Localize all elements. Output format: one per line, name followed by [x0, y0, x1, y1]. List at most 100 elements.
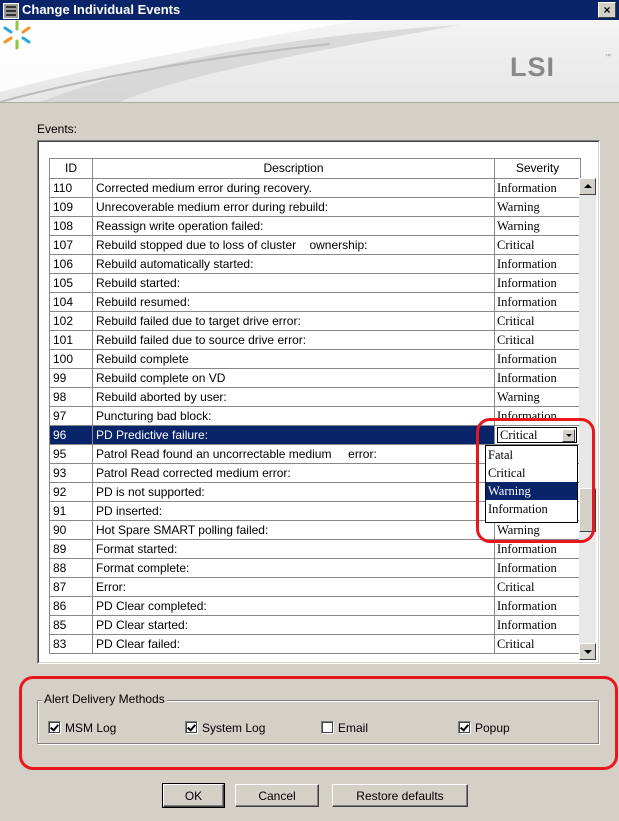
column-header-description[interactable]: Description [92, 158, 495, 179]
event-id-cell: 86 [49, 596, 93, 616]
cancel-button[interactable]: Cancel [235, 784, 319, 807]
event-description-cell: Rebuild resumed: [92, 292, 495, 312]
event-severity-cell[interactable]: Warning [494, 216, 581, 236]
event-severity-cell[interactable]: Information [494, 615, 581, 635]
event-description-cell: Patrol Read found an uncorrectable mediu… [92, 444, 495, 464]
severity-combobox[interactable]: Critical [497, 427, 577, 443]
events-table[interactable]: ID Description Severity 110 Corrected med… [49, 158, 581, 654]
popup-label: Popup [475, 721, 510, 735]
event-id-cell: 96 [49, 425, 93, 445]
column-header-id[interactable]: ID [49, 158, 93, 179]
event-severity-cell[interactable]: Information [494, 292, 581, 312]
event-description-cell: Corrected medium error during recovery. [92, 178, 495, 198]
table-row[interactable]: 100 Rebuild complete Information [49, 349, 581, 369]
event-severity-cell[interactable]: Warning [494, 387, 581, 407]
event-severity-cell[interactable]: Information [494, 539, 581, 559]
event-severity-cell[interactable]: Information [494, 406, 581, 426]
table-row[interactable]: 99 Rebuild complete on VD Information [49, 368, 581, 388]
checkbox-box[interactable] [321, 721, 334, 734]
checkbox-box[interactable] [185, 721, 198, 734]
msm-log-label: MSM Log [65, 721, 117, 735]
alert-delivery-title: Alert Delivery Methods [42, 692, 167, 706]
event-id-cell: 107 [49, 235, 93, 255]
table-row[interactable]: 104 Rebuild resumed: Information [49, 292, 581, 312]
table-row[interactable]: 88 Format complete: Information [49, 558, 581, 578]
event-id-cell: 95 [49, 444, 93, 464]
table-row[interactable]: 97 Puncturing bad block: Information [49, 406, 581, 426]
vertical-scrollbar[interactable] [579, 178, 596, 660]
event-description-cell: Error: [92, 577, 495, 597]
event-id-cell: 101 [49, 330, 93, 350]
table-row[interactable]: 109 Unrecoverable medium error during reb… [49, 197, 581, 217]
event-severity-cell[interactable]: Information [494, 596, 581, 616]
event-severity-cell[interactable]: Critical [494, 577, 581, 597]
table-row[interactable]: 86 PD Clear completed: Information [49, 596, 581, 616]
checkbox-box[interactable] [458, 721, 471, 734]
table-row[interactable]: 90 Hot Spare SMART polling failed: Warning [49, 520, 581, 540]
table-row[interactable]: 108 Reassign write operation failed: Warni… [49, 216, 581, 236]
event-severity-cell[interactable]: Information [494, 349, 581, 369]
event-id-cell: 110 [49, 178, 93, 198]
severity-option[interactable]: Critical [486, 464, 577, 482]
event-description-cell: PD Predictive failure: [92, 425, 495, 445]
event-description-cell: Rebuild complete on VD [92, 368, 495, 388]
table-row[interactable]: 83 PD Clear failed: Critical [49, 634, 581, 654]
column-header-severity[interactable]: Severity [494, 158, 581, 179]
severity-dropdown-list[interactable]: Fatal Critical Warning Information [485, 445, 578, 523]
event-id-cell: 104 [49, 292, 93, 312]
event-description-cell: Puncturing bad block: [92, 406, 495, 426]
event-severity-cell[interactable]: Critical [494, 235, 581, 255]
event-id-cell: 106 [49, 254, 93, 274]
table-row[interactable]: 105 Rebuild started: Information [49, 273, 581, 293]
table-row[interactable]: 89 Format started: Information [49, 539, 581, 559]
table-row[interactable]: 107 Rebuild stopped due to loss of cluste… [49, 235, 581, 255]
event-id-cell: 102 [49, 311, 93, 331]
severity-option[interactable]: Fatal [486, 446, 577, 464]
event-severity-cell[interactable]: Information [494, 273, 581, 293]
table-header-row: ID Description Severity [49, 158, 581, 179]
checkbox-box[interactable] [48, 721, 61, 734]
severity-combobox-cell[interactable]: Critical [494, 425, 581, 445]
table-row[interactable]: 98 Rebuild aborted by user: Warning [49, 387, 581, 407]
event-description-cell: Rebuild failed due to target drive error… [92, 311, 495, 331]
event-severity-cell[interactable]: Warning [494, 197, 581, 217]
event-severity-cell[interactable]: Information [494, 178, 581, 198]
table-row[interactable]: 102 Rebuild failed due to target drive er… [49, 311, 581, 331]
event-id-cell: 83 [49, 634, 93, 654]
table-row[interactable]: 101 Rebuild failed due to source drive er… [49, 330, 581, 350]
event-description-cell: Rebuild complete [92, 349, 495, 369]
event-severity-cell[interactable]: Information [494, 558, 581, 578]
event-description-cell: Patrol Read corrected medium error: [92, 463, 495, 483]
restore-defaults-button[interactable]: Restore defaults [332, 784, 468, 807]
scroll-down-arrow-icon[interactable] [579, 643, 596, 660]
table-row[interactable]: 85 PD Clear started: Information [49, 615, 581, 635]
event-severity-cell[interactable]: Critical [494, 634, 581, 654]
event-description-cell: Unrecoverable medium error during rebuil… [92, 197, 495, 217]
event-description-cell: Reassign write operation failed: [92, 216, 495, 236]
event-severity-cell[interactable]: Critical [494, 330, 581, 350]
event-description-cell: PD Clear started: [92, 615, 495, 635]
events-table-panel: ID Description Severity 110 Corrected med… [37, 140, 600, 664]
scroll-up-arrow-icon[interactable] [579, 178, 596, 195]
event-description-cell: PD is not supported: [92, 482, 495, 502]
event-description-cell: Rebuild failed due to source drive error… [92, 330, 495, 350]
table-row[interactable]: 96 PD Predictive failure: Critical [49, 425, 581, 445]
event-description-cell: Hot Spare SMART polling failed: [92, 520, 495, 540]
table-row[interactable]: 87 Error: Critical [49, 577, 581, 597]
event-severity-cell[interactable]: Warning [494, 520, 581, 540]
dropdown-arrow-icon[interactable] [562, 429, 575, 442]
event-severity-cell[interactable]: Critical [494, 311, 581, 331]
event-severity-cell[interactable]: Information [494, 368, 581, 388]
severity-combobox-value: Critical [500, 428, 538, 442]
table-row[interactable]: 106 Rebuild automatically started: Informa… [49, 254, 581, 274]
table-row[interactable]: 110 Corrected medium error during recover… [49, 178, 581, 198]
close-button[interactable]: × [598, 2, 616, 18]
event-description-cell: Rebuild started: [92, 273, 495, 293]
severity-option[interactable]: Information [486, 500, 577, 518]
scroll-thumb[interactable] [579, 488, 596, 532]
event-id-cell: 93 [49, 463, 93, 483]
event-severity-cell[interactable]: Information [494, 254, 581, 274]
ok-button[interactable]: OK [162, 783, 225, 808]
severity-option[interactable]: Warning [486, 482, 577, 500]
event-id-cell: 85 [49, 615, 93, 635]
